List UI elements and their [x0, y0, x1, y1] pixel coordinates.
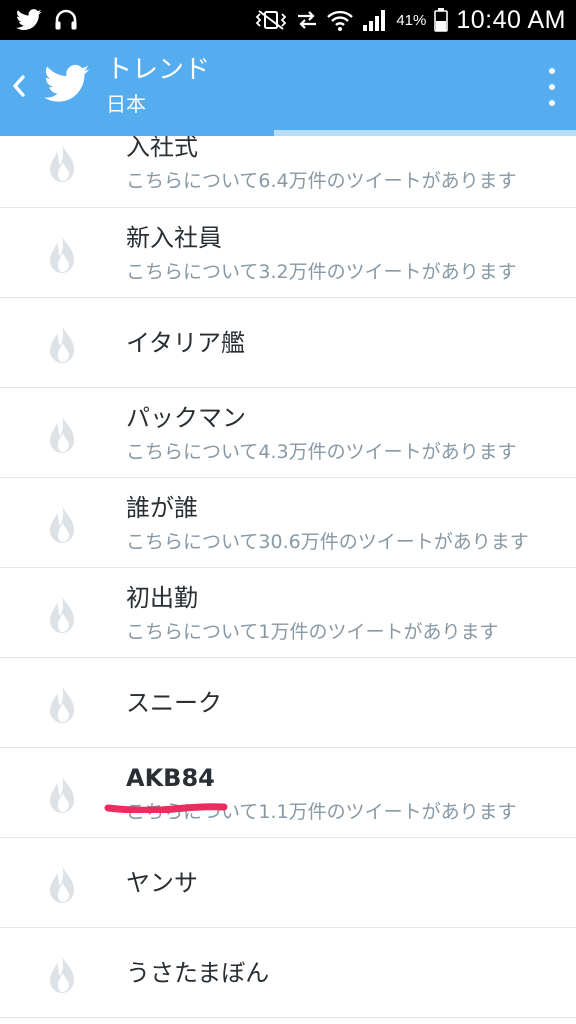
flame-icon [50, 415, 74, 453]
overflow-menu-icon [549, 68, 555, 74]
tab-strip [0, 130, 576, 136]
trend-title: 誰が誰 [126, 494, 198, 522]
trend-title: 新入社員 [126, 224, 222, 252]
overflow-menu-button[interactable] [542, 68, 562, 106]
cell-signal-icon [363, 10, 386, 31]
twitter-notification-icon [16, 9, 42, 30]
trends-list: 入社式 こちらについて6.4万件のツイートがあります 新入社員 こちらについて3… [0, 117, 576, 1018]
data-transfer-icon [298, 11, 317, 29]
chevron-left-icon [13, 75, 25, 97]
flame-icon [50, 685, 74, 723]
list-item[interactable]: ヤンサ [0, 838, 576, 928]
list-item[interactable]: イタリア艦 [0, 298, 576, 388]
flame-icon [50, 595, 74, 633]
trend-title: うさたまぼん [126, 959, 270, 987]
trend-title: ヤンサ [126, 869, 198, 897]
flame-icon [50, 144, 74, 182]
trend-tweet-count: こちらについて1.1万件のツイートがあります [126, 801, 517, 823]
trend-tweet-count: こちらについて6.4万件のツイートがあります [126, 170, 517, 192]
headset-icon [55, 9, 77, 30]
back-button[interactable] [6, 68, 32, 104]
list-item[interactable]: AKB84 こちらについて1.1万件のツイートがあります [0, 748, 576, 838]
trend-title: スニーク [126, 689, 222, 717]
battery-percent: 41% [396, 11, 427, 29]
trend-title: パックマン [126, 404, 246, 432]
twitter-bird-icon[interactable] [44, 62, 90, 106]
trend-tweet-count: こちらについて4.3万件のツイートがあります [126, 441, 517, 463]
clock: 10:40 AM [456, 5, 566, 34]
wifi-icon [327, 10, 354, 31]
page-title: トレンド [106, 55, 211, 85]
battery-icon [434, 8, 449, 32]
list-item[interactable]: 新入社員 こちらについて3.2万件のツイートがあります [0, 208, 576, 298]
tab-indicator [0, 130, 274, 136]
trend-title: イタリア艦 [126, 329, 246, 357]
page-subtitle: 日本 [106, 92, 146, 116]
flame-icon [50, 505, 74, 543]
vibrate-mute-icon [256, 10, 287, 30]
list-item[interactable]: パックマン こちらについて4.3万件のツイートがあります [0, 388, 576, 478]
list-item[interactable]: うさたまぼん [0, 928, 576, 1018]
list-item[interactable]: スニーク [0, 658, 576, 748]
status-bar: 41% 10:40 AM [0, 0, 576, 40]
status-bar-notifications [16, 0, 78, 40]
flame-icon [50, 955, 74, 993]
flame-icon [50, 235, 74, 273]
trend-tweet-count: こちらについて30.6万件のツイートがあります [126, 531, 529, 553]
trend-tweet-count: こちらについて1万件のツイートがあります [126, 621, 499, 643]
list-item[interactable]: 初出勤 こちらについて1万件のツイートがあります [0, 568, 576, 658]
trend-title: AKB84 [126, 764, 215, 792]
status-bar-system: 41% 10:40 AM [254, 0, 566, 40]
flame-icon [50, 775, 74, 813]
flame-icon [50, 325, 74, 363]
flame-icon [50, 865, 74, 903]
trend-tweet-count: こちらについて3.2万件のツイートがあります [126, 261, 517, 283]
trend-title: 初出勤 [126, 584, 198, 612]
list-item[interactable]: 誰が誰 こちらについて30.6万件のツイートがあります [0, 478, 576, 568]
app-bar: トレンド 日本 [0, 40, 576, 130]
